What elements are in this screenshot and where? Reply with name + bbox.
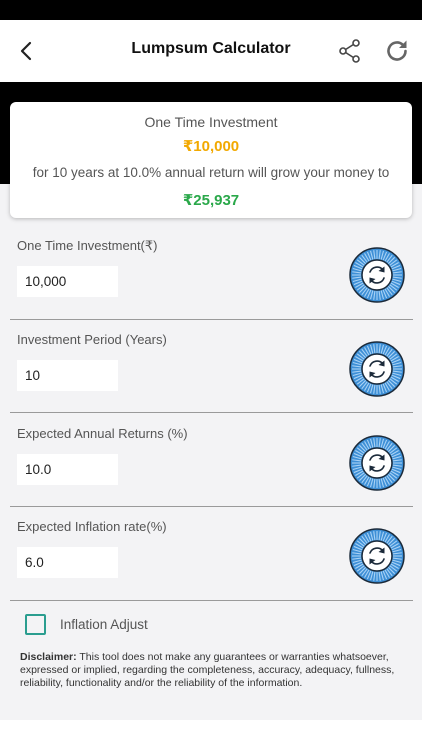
rotate-dial-icon[interactable] [349, 341, 405, 397]
rotate-dial-icon[interactable] [349, 528, 405, 584]
inflation-adjust-label: Inflation Adjust [60, 617, 148, 632]
inflation-input[interactable] [17, 547, 118, 578]
divider [10, 412, 413, 413]
summary-card: One Time Investment ₹10,000 for 10 years… [10, 102, 412, 218]
summary-title: One Time Investment [144, 114, 278, 130]
divider [10, 506, 413, 507]
disclaimer: Disclaimer: This tool does not make any … [20, 651, 400, 690]
rotate-dial-icon[interactable] [349, 435, 405, 491]
bottom-area [0, 720, 422, 750]
field-label: Expected Inflation rate(%) [17, 519, 167, 534]
period-input[interactable] [17, 360, 118, 391]
nav-bar: Lumpsum Calculator [0, 20, 422, 82]
disclaimer-heading: Disclaimer: [20, 651, 77, 663]
field-label: Investment Period (Years) [17, 332, 167, 347]
divider [10, 600, 413, 601]
field-label: One Time Investment(₹) [17, 238, 158, 253]
investment-input[interactable] [17, 266, 118, 297]
share-icon[interactable] [337, 38, 363, 64]
status-bar [0, 0, 422, 20]
divider [10, 319, 413, 320]
field-inflation: Expected Inflation rate(%) [0, 519, 422, 613]
disclaimer-text: This tool does not make any guarantees o… [20, 651, 395, 689]
field-label: Expected Annual Returns (%) [17, 426, 188, 441]
refresh-icon[interactable] [383, 37, 411, 65]
chevron-left-icon[interactable] [14, 38, 40, 64]
summary-description: for 10 years at 10.0% annual return will… [32, 165, 390, 180]
inflation-adjust-checkbox[interactable] [25, 614, 46, 635]
summary-amount: ₹10,000 [182, 138, 240, 155]
returns-input[interactable] [17, 454, 118, 485]
rotate-dial-icon[interactable] [349, 247, 405, 303]
summary-result: ₹25,937 [182, 192, 240, 209]
field-investment: One Time Investment(₹) [0, 238, 422, 332]
